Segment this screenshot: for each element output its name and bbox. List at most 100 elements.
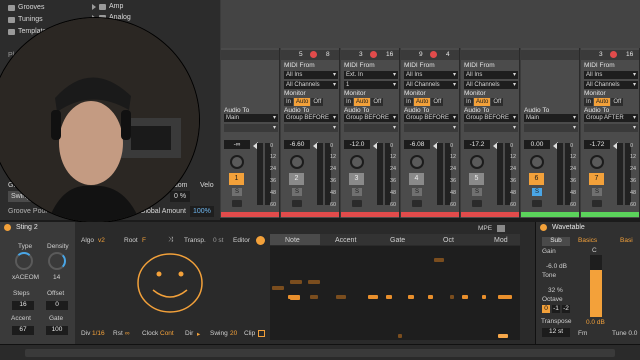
solo-button[interactable]: S xyxy=(472,188,482,196)
audio-to-select[interactable]: Group BEFORE xyxy=(464,114,518,122)
record-arm-icon[interactable] xyxy=(310,51,317,58)
octave-selected[interactable]: 0 xyxy=(542,305,550,313)
midi-input-select[interactable]: Ext. In xyxy=(344,71,398,79)
volume-value[interactable]: -17.2 xyxy=(464,140,490,149)
note[interactable] xyxy=(308,280,320,284)
audio-to-channel-select[interactable] xyxy=(464,124,518,132)
arm-button[interactable] xyxy=(412,200,422,207)
wavetable-power-icon[interactable] xyxy=(540,224,547,231)
note[interactable] xyxy=(272,286,284,290)
basics-tab[interactable]: Basics xyxy=(578,237,597,244)
midi-input-select[interactable]: All Ins xyxy=(584,71,638,79)
audio-to-channel-select[interactable] xyxy=(284,124,338,132)
monitor-auto-button[interactable]: Auto xyxy=(594,98,611,106)
algo-value[interactable]: v2 xyxy=(98,237,105,244)
note[interactable] xyxy=(434,258,444,262)
note[interactable] xyxy=(290,280,302,284)
mpe-label[interactable]: MPE xyxy=(478,225,492,232)
monitor-off-button[interactable]: Off xyxy=(491,98,504,106)
audio-to-select[interactable]: Group BEFORE xyxy=(404,114,458,122)
pan-knob[interactable] xyxy=(530,155,544,169)
div-value[interactable]: 1/16 xyxy=(92,330,105,337)
track-activator-button[interactable]: 5 xyxy=(469,173,484,185)
audio-to-select[interactable]: Group AFTER xyxy=(584,114,638,122)
octave-minus-one[interactable]: -1 xyxy=(552,305,560,313)
volume-value[interactable]: -6.08 xyxy=(404,140,430,149)
pan-knob[interactable] xyxy=(350,155,364,169)
monitor-off-button[interactable]: Off xyxy=(311,98,324,106)
note[interactable] xyxy=(498,295,512,299)
gain-value[interactable]: -6.0 dB xyxy=(546,263,567,270)
clip-button[interactable] xyxy=(258,330,265,337)
tab-gate[interactable]: Gate xyxy=(390,237,405,244)
solo-button[interactable]: S xyxy=(412,188,422,196)
play-button[interactable] xyxy=(256,236,265,245)
audio-to-select[interactable]: Group BEFORE xyxy=(284,114,338,122)
audio-to-channel-select[interactable] xyxy=(344,124,398,132)
midi-channel-select[interactable]: All Channels xyxy=(404,81,458,89)
monitor-auto-button[interactable]: Auto xyxy=(354,98,371,106)
transp-value[interactable]: 0 st xyxy=(213,237,223,244)
midi-channel-select[interactable]: 1 xyxy=(344,81,398,89)
track-activator-button[interactable]: 4 xyxy=(409,173,424,185)
type-knob[interactable] xyxy=(15,252,33,270)
gate-value[interactable]: 100 xyxy=(46,326,68,335)
horizontal-scrollbar[interactable] xyxy=(25,349,615,357)
clock-value[interactable]: Cont xyxy=(160,330,174,337)
arm-button[interactable] xyxy=(292,200,302,207)
track-activator-button[interactable]: 1 xyxy=(229,173,244,185)
sub-button[interactable]: Sub xyxy=(542,237,570,246)
audio-to-select[interactable]: Main xyxy=(224,114,278,122)
monitor-auto-button[interactable]: Auto xyxy=(294,98,311,106)
arm-button[interactable] xyxy=(532,200,542,207)
pan-knob[interactable] xyxy=(470,155,484,169)
audio-to-select[interactable]: Main xyxy=(524,114,578,122)
note[interactable] xyxy=(386,295,392,299)
record-arm-icon[interactable] xyxy=(370,51,377,58)
audio-to-select[interactable]: Group BEFORE xyxy=(344,114,398,122)
monitor-in-button[interactable]: In xyxy=(464,98,474,106)
note-grid[interactable] xyxy=(270,246,520,340)
monitor-auto-button[interactable]: Auto xyxy=(474,98,491,106)
note[interactable] xyxy=(498,334,508,338)
browser-item-tunings[interactable]: Tunings xyxy=(8,14,43,25)
solo-button[interactable]: S xyxy=(232,188,242,196)
note[interactable] xyxy=(462,295,468,299)
browser-item-grooves[interactable]: Grooves xyxy=(8,2,44,13)
arm-button[interactable] xyxy=(592,200,602,207)
note[interactable] xyxy=(310,295,318,299)
midi-channel-select[interactable]: All Channels xyxy=(284,81,338,89)
monitor-in-button[interactable]: In xyxy=(284,98,294,106)
monitor-in-button[interactable]: In xyxy=(584,98,594,106)
arm-button[interactable] xyxy=(352,200,362,207)
solo-button[interactable]: S xyxy=(592,188,602,196)
solo-button[interactable]: S xyxy=(352,188,362,196)
audio-to-channel-select[interactable] xyxy=(404,124,458,132)
density-knob[interactable] xyxy=(48,252,66,270)
accent-value[interactable]: 67 xyxy=(12,326,34,335)
monitor-off-button[interactable]: Off xyxy=(371,98,384,106)
audio-to-channel-select[interactable] xyxy=(584,124,638,132)
arm-button[interactable] xyxy=(472,200,482,207)
device-power-icon[interactable] xyxy=(4,224,11,231)
midi-channel-select[interactable]: All Channels xyxy=(584,81,638,89)
tab-oct[interactable]: Oct xyxy=(443,237,454,244)
rst-value[interactable]: ∞ xyxy=(125,330,130,337)
note[interactable] xyxy=(368,295,378,299)
monitor-off-button[interactable]: Off xyxy=(431,98,444,106)
tune-value[interactable]: Tune 0.0 xyxy=(612,330,637,337)
monitor-off-button[interactable]: Off xyxy=(611,98,624,106)
track-activator-button[interactable]: 2 xyxy=(289,173,304,185)
track-activator-button[interactable]: 7 xyxy=(589,173,604,185)
transpose-value[interactable]: 12 st xyxy=(542,328,570,337)
tab-mod[interactable]: Mod xyxy=(494,237,508,244)
pan-knob[interactable] xyxy=(590,155,604,169)
volume-value[interactable]: 0.00 xyxy=(524,140,550,149)
midi-input-select[interactable]: All Ins xyxy=(284,71,338,79)
offset-value[interactable]: 0 xyxy=(46,301,68,310)
note[interactable] xyxy=(482,295,486,299)
folder-amp[interactable]: Amp xyxy=(92,1,123,12)
tab-accent[interactable]: Accent xyxy=(335,237,356,244)
octave-minus-two[interactable]: -2 xyxy=(562,305,570,313)
monitor-auto-button[interactable]: Auto xyxy=(414,98,431,106)
